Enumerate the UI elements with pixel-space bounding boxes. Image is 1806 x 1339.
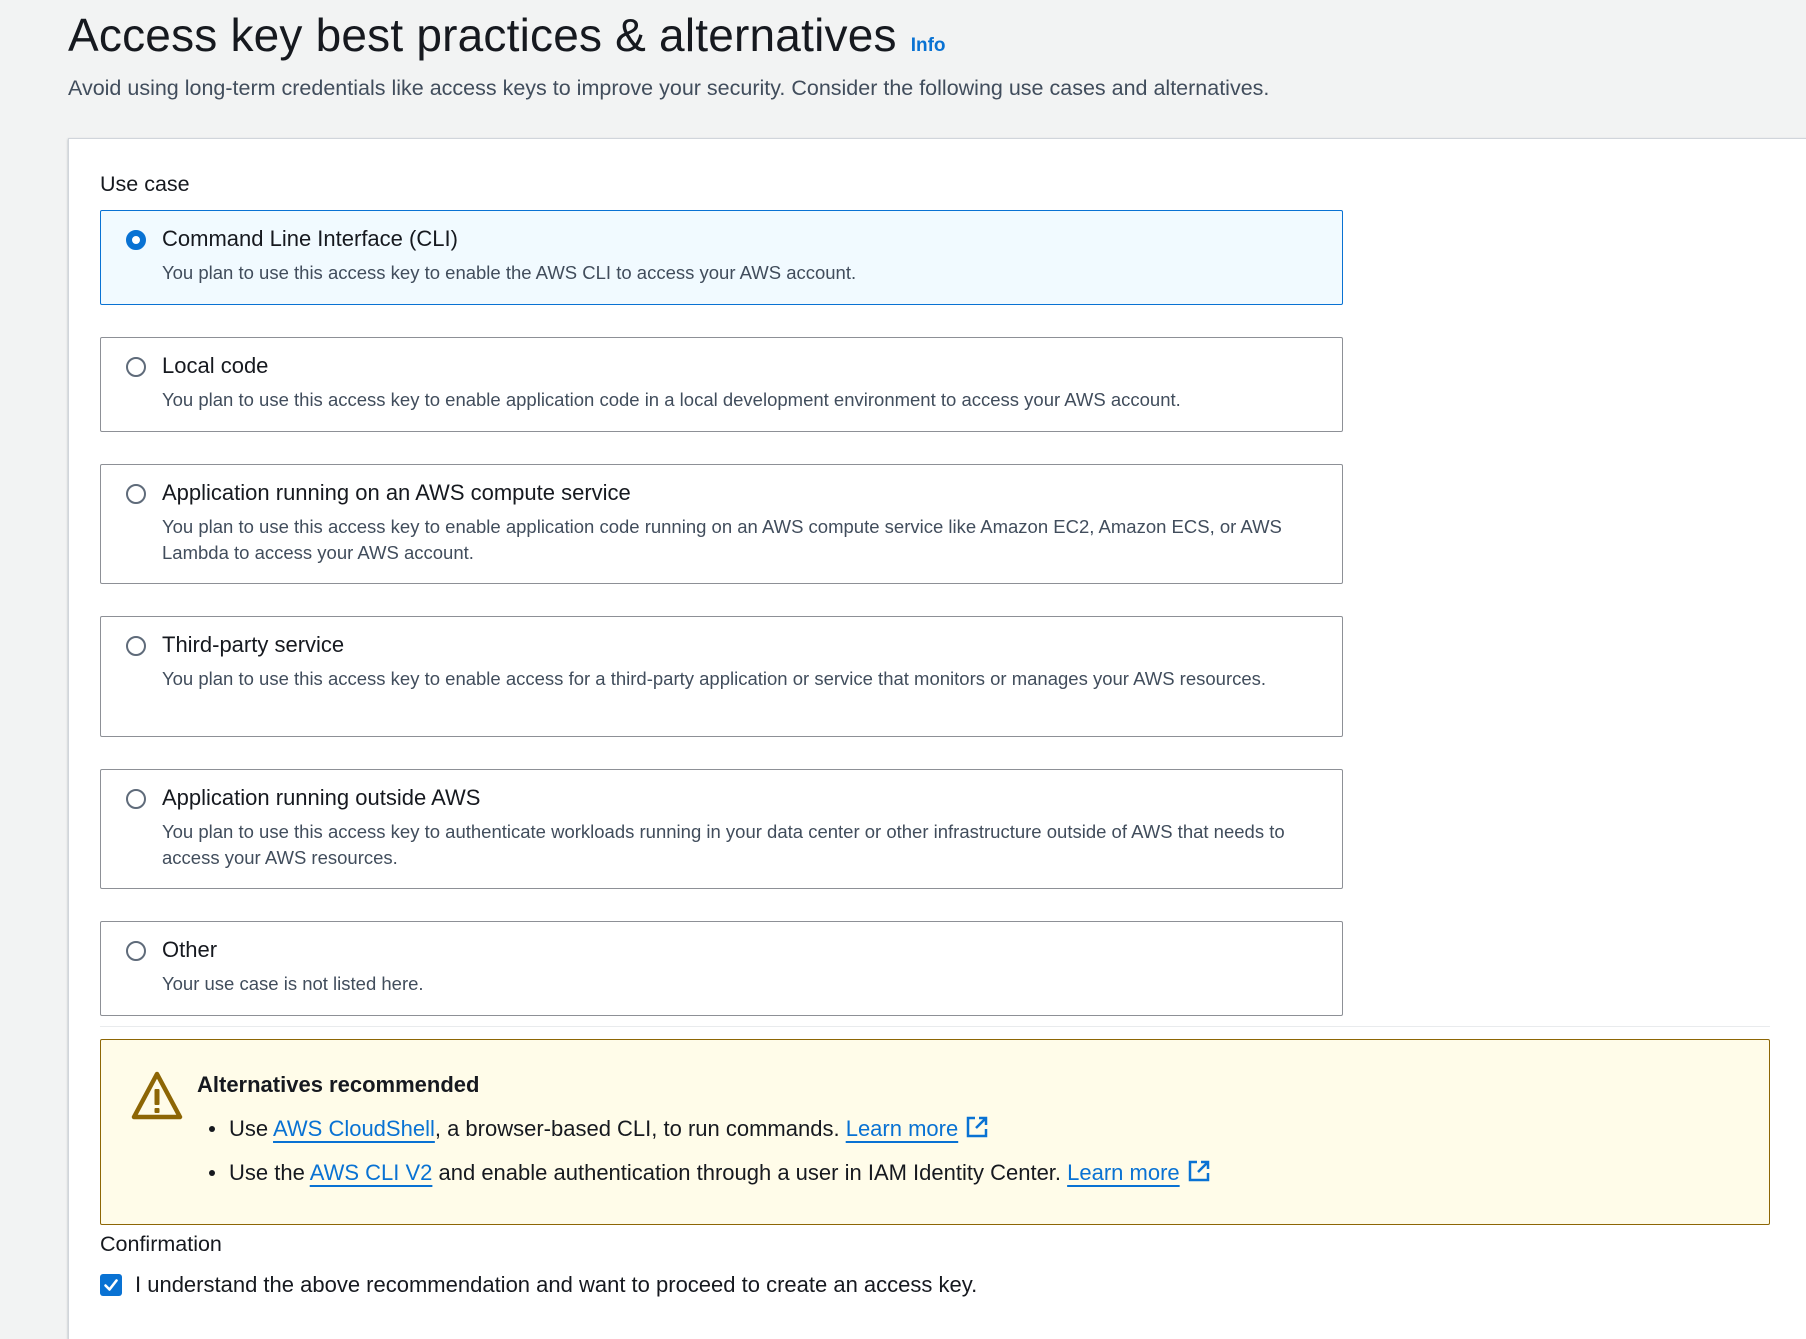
use-case-option-outside-aws[interactable]: Application running outside AWS You plan… [100, 769, 1343, 889]
learn-more-link[interactable]: Learn more [1067, 1160, 1210, 1185]
confirmation-checkbox-row[interactable]: I understand the above recommendation an… [100, 1272, 977, 1298]
use-case-option-local-code[interactable]: Local code You plan to use this access k… [100, 337, 1343, 432]
radio-button[interactable] [126, 484, 146, 504]
alert-list: Use AWS CloudShell, a browser-based CLI,… [197, 1114, 1210, 1202]
item-prefix: Use the [229, 1160, 310, 1185]
external-link-icon [1188, 1160, 1209, 1182]
option-description: You plan to use this access key to enabl… [162, 668, 1267, 689]
learn-more-label: Learn more [845, 1116, 959, 1141]
aws-cloudshell-link[interactable]: AWS CloudShell [273, 1116, 435, 1141]
option-description: You plan to use this access key to enabl… [162, 262, 857, 283]
option-title: Command Line Interface (CLI) [162, 226, 458, 251]
use-case-option-cli[interactable]: Command Line Interface (CLI) You plan to… [100, 210, 1343, 305]
confirmation-label: Confirmation [100, 1232, 222, 1256]
warning-icon [131, 1071, 183, 1120]
alternatives-alert: Alternatives recommended Use AWS CloudSh… [100, 1039, 1770, 1225]
option-title: Third-party service [162, 632, 345, 657]
info-link[interactable]: Info [911, 35, 946, 57]
learn-more-link[interactable]: Learn more [846, 1116, 989, 1141]
option-title: Local code [162, 353, 269, 378]
radio-button[interactable] [126, 789, 146, 809]
external-link-icon [966, 1116, 988, 1138]
option-title: Application running outside AWS [162, 785, 481, 810]
radio-button-checked[interactable] [126, 230, 146, 250]
use-case-option-third-party[interactable]: Third-party service You plan to use this… [100, 616, 1343, 737]
option-description: Your use case is not listed here. [162, 973, 424, 994]
item-suffix: , a browser-based CLI, to run commands. [434, 1116, 846, 1141]
page-header: Access key best practices & alternatives… [68, 8, 1269, 101]
item-suffix: and enable authentication through a user… [432, 1160, 1068, 1185]
alert-list-item: Use the AWS CLI V2 and enable authentica… [197, 1158, 1210, 1202]
page-title-row: Access key best practices & alternatives… [68, 8, 1269, 62]
aws-cli-v2-link[interactable]: AWS CLI V2 [310, 1160, 433, 1185]
option-description: You plan to use this access key to enabl… [162, 516, 1282, 563]
use-case-option-other[interactable]: Other Your use case is not listed here. [100, 921, 1343, 1016]
use-case-label: Use case [100, 172, 190, 196]
divider [100, 1026, 1770, 1027]
option-description: You plan to use this access key to enabl… [162, 389, 1181, 410]
checkmark-icon [104, 1279, 118, 1291]
item-prefix: Use [229, 1116, 274, 1141]
confirmation-checkbox[interactable] [100, 1274, 122, 1296]
page-description: Avoid using long-term credentials like a… [68, 76, 1270, 100]
radio-button[interactable] [126, 636, 146, 656]
option-title: Other [162, 937, 218, 962]
alert-list-item: Use AWS CloudShell, a browser-based CLI,… [197, 1114, 1210, 1158]
use-case-option-aws-compute[interactable]: Application running on an AWS compute se… [100, 464, 1343, 584]
option-description: You plan to use this access key to authe… [162, 821, 1285, 868]
confirmation-checkbox-label: I understand the above recommendation an… [135, 1272, 978, 1297]
learn-more-label: Learn more [1067, 1160, 1180, 1185]
radio-button[interactable] [126, 357, 146, 377]
radio-button[interactable] [126, 941, 146, 961]
alert-title: Alternatives recommended [197, 1072, 480, 1097]
option-title: Application running on an AWS compute se… [162, 480, 631, 505]
page-title: Access key best practices & alternatives [68, 9, 897, 61]
